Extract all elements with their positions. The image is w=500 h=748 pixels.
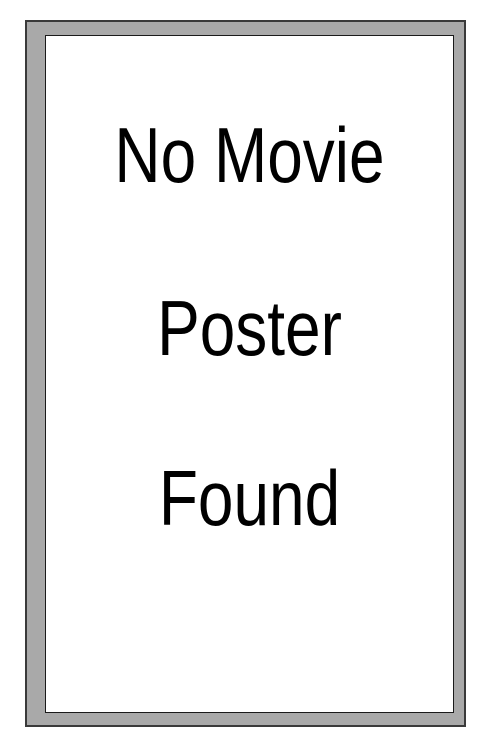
placeholder-text-line-2: Poster [157,284,342,372]
poster-placeholder: No Movie Poster Found [45,35,454,713]
placeholder-text-line-1: No Movie [114,111,385,199]
placeholder-text-line-3: Found [158,454,341,542]
